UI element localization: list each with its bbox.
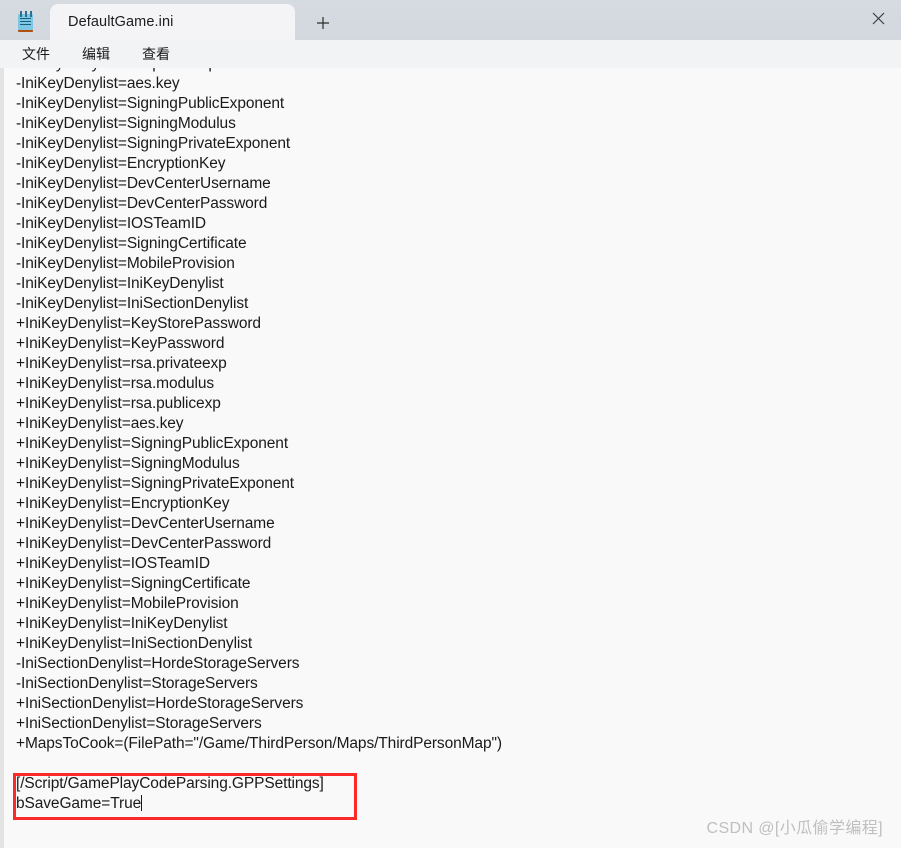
close-icon[interactable] xyxy=(869,9,887,27)
editor-line[interactable]: +IniKeyDenylist=KeyPassword xyxy=(16,334,896,354)
editor-line[interactable]: +IniKeyDenylist=KeyStorePassword xyxy=(16,314,896,334)
editor-line[interactable]: -IniKeyDenylist=aes.key xyxy=(16,74,896,94)
editor-line[interactable]: -IniKeyDenylist=DevCenterPassword xyxy=(16,194,896,214)
menu-item-edit[interactable]: 编辑 xyxy=(72,42,120,66)
text-caret xyxy=(141,795,143,811)
editor-line[interactable]: +IniKeyDenylist=EncryptionKey xyxy=(16,494,896,514)
editor-line[interactable]: -IniKeyDenylist=IniKeyDenylist xyxy=(16,274,896,294)
editor-line[interactable]: +IniKeyDenylist=DevCenterPassword xyxy=(16,534,896,554)
tab-defaultgame-ini[interactable]: DefaultGame.ini xyxy=(50,4,295,40)
editor-line[interactable]: -IniKeyDenylist=IniSectionDenylist xyxy=(16,294,896,314)
editor-text-content[interactable]: -IniKeyDenylist=rsa.publicexp-IniKeyDeny… xyxy=(16,68,896,814)
menu-item-file[interactable]: 文件 xyxy=(12,42,60,66)
editor-line[interactable]: +IniKeyDenylist=DevCenterUsername xyxy=(16,514,896,534)
editor-line[interactable]: -IniKeyDenylist=DevCenterUsername xyxy=(16,174,896,194)
editor-line[interactable]: bSaveGame=True xyxy=(16,794,896,814)
editor-line[interactable]: +IniKeyDenylist=IOSTeamID xyxy=(16,554,896,574)
editor-line[interactable]: +IniSectionDenylist=HordeStorageServers xyxy=(16,694,896,714)
editor-line[interactable]: -IniSectionDenylist=StorageServers xyxy=(16,674,896,694)
editor-line[interactable]: +IniKeyDenylist=rsa.privateexp xyxy=(16,354,896,374)
editor-line[interactable]: +IniKeyDenylist=IniKeyDenylist xyxy=(16,614,896,634)
editor-line[interactable]: -IniKeyDenylist=SigningCertificate xyxy=(16,234,896,254)
editor-line[interactable]: +IniKeyDenylist=rsa.publicexp xyxy=(16,394,896,414)
editor-line[interactable]: -IniKeyDenylist=SigningPublicExponent xyxy=(16,94,896,114)
editor-line[interactable]: +IniKeyDenylist=SigningPublicExponent xyxy=(16,434,896,454)
editor-line[interactable]: +IniKeyDenylist=MobileProvision xyxy=(16,594,896,614)
editor-line[interactable]: -IniKeyDenylist=IOSTeamID xyxy=(16,214,896,234)
tab-title: DefaultGame.ini xyxy=(68,14,174,30)
notepad-window: DefaultGame.ini 文件 编辑 查看 -IniKeyDenylist… xyxy=(0,0,901,848)
editor-line[interactable]: -IniSectionDenylist=HordeStorageServers xyxy=(16,654,896,674)
text-editor-area[interactable]: -IniKeyDenylist=rsa.publicexp-IniKeyDeny… xyxy=(0,68,901,848)
plus-icon[interactable] xyxy=(311,11,335,35)
editor-line[interactable]: +IniSectionDenylist=StorageServers xyxy=(16,714,896,734)
editor-line[interactable]: +IniKeyDenylist=aes.key xyxy=(16,414,896,434)
editor-line[interactable]: -IniKeyDenylist=SigningPrivateExponent xyxy=(16,134,896,154)
title-bar: DefaultGame.ini xyxy=(0,0,901,40)
watermark: CSDN @[小瓜偷学编程] xyxy=(706,820,883,837)
editor-line[interactable]: [/Script/GamePlayCodeParsing.GPPSettings… xyxy=(16,774,896,794)
editor-line[interactable] xyxy=(16,754,896,774)
editor-line[interactable]: +IniKeyDenylist=IniSectionDenylist xyxy=(16,634,896,654)
editor-line[interactable]: -IniKeyDenylist=MobileProvision xyxy=(16,254,896,274)
editor-line[interactable]: -IniKeyDenylist=EncryptionKey xyxy=(16,154,896,174)
editor-line[interactable]: +MapsToCook=(FilePath="/Game/ThirdPerson… xyxy=(16,734,896,754)
editor-line[interactable]: +IniKeyDenylist=SigningCertificate xyxy=(16,574,896,594)
editor-line[interactable]: +IniKeyDenylist=SigningModulus xyxy=(16,454,896,474)
editor-line[interactable]: -IniKeyDenylist=SigningModulus xyxy=(16,114,896,134)
window-edge-divider xyxy=(2,68,4,848)
menu-bar: 文件 编辑 查看 xyxy=(0,40,901,68)
menu-item-view[interactable]: 查看 xyxy=(132,42,180,66)
editor-line[interactable]: +IniKeyDenylist=SigningPrivateExponent xyxy=(16,474,896,494)
notepad-icon xyxy=(16,11,36,32)
editor-line[interactable]: +IniKeyDenylist=rsa.modulus xyxy=(16,374,896,394)
